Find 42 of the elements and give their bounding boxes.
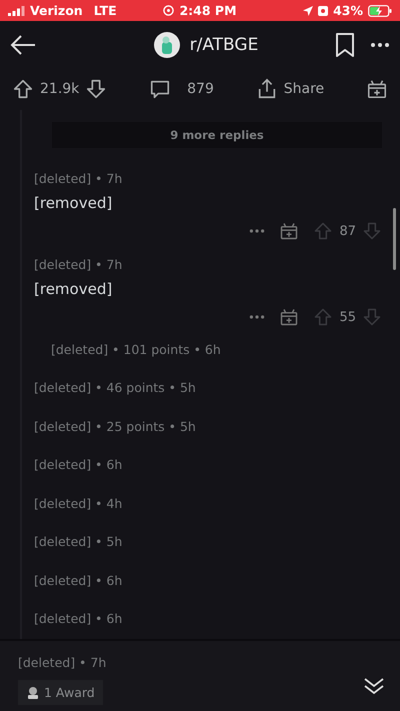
- gift-icon[interactable]: [366, 78, 388, 100]
- collapsed-comment[interactable]: [deleted] • 5h: [34, 534, 122, 550]
- signal-icon: [8, 6, 25, 16]
- award-badge[interactable]: 1 Award: [18, 680, 103, 705]
- comment-score: 87: [339, 224, 356, 238]
- gift-icon[interactable]: [279, 221, 300, 241]
- chevron-down-icon[interactable]: [364, 677, 384, 695]
- collapsed-comment[interactable]: [deleted] • 6h: [34, 572, 122, 588]
- location-icon: [303, 6, 314, 16]
- more-icon[interactable]: [370, 42, 390, 48]
- collapsed-comment[interactable]: [deleted] • 6h: [34, 611, 122, 626]
- battery-percent: 43%: [333, 3, 363, 18]
- back-icon[interactable]: [10, 34, 36, 56]
- comment-meta: [deleted] • 7h: [34, 171, 124, 186]
- comment-body: [removed]: [34, 194, 114, 212]
- collapsed-comment[interactable]: [deleted] • 101 points • 6h: [51, 342, 221, 357]
- more-replies-button[interactable]: 9 more replies: [52, 122, 382, 148]
- collapsed-comment[interactable]: [deleted] • 25 points • 5h: [34, 418, 196, 434]
- scrollbar: [393, 208, 396, 270]
- network-type: LTE: [94, 3, 117, 18]
- status-time: 2:48 PM: [179, 3, 237, 18]
- comment-score: 55: [339, 310, 356, 324]
- share-button[interactable]: Share: [256, 78, 324, 100]
- post-score: 21.9k: [40, 81, 80, 97]
- comment-body: [removed]: [34, 280, 114, 298]
- collapsed-comment[interactable]: [deleted] • 46 points • 5h: [34, 380, 196, 396]
- collapsed-comment[interactable]: [deleted] • 6h: [34, 457, 122, 472]
- alarm-icon: [318, 5, 328, 16]
- comment-meta: [deleted] • 7h: [34, 257, 124, 272]
- comment-meta: [deleted] • 7h: [18, 655, 108, 670]
- clock-icon: [163, 5, 174, 16]
- award-icon: [26, 686, 40, 700]
- gift-icon[interactable]: [279, 307, 300, 327]
- community-avatar-icon[interactable]: [154, 32, 180, 58]
- community-name[interactable]: r/ATBGE: [190, 34, 258, 54]
- bookmark-icon[interactable]: [336, 32, 354, 56]
- collapsed-comment[interactable]: [deleted] • 4h: [34, 496, 122, 511]
- upvote-icon[interactable]: [12, 78, 34, 100]
- downvote-icon[interactable]: [85, 78, 108, 100]
- comments-button[interactable]: 879: [149, 78, 214, 100]
- comment-icon: [149, 78, 172, 100]
- carrier-name: Verizon: [30, 3, 83, 18]
